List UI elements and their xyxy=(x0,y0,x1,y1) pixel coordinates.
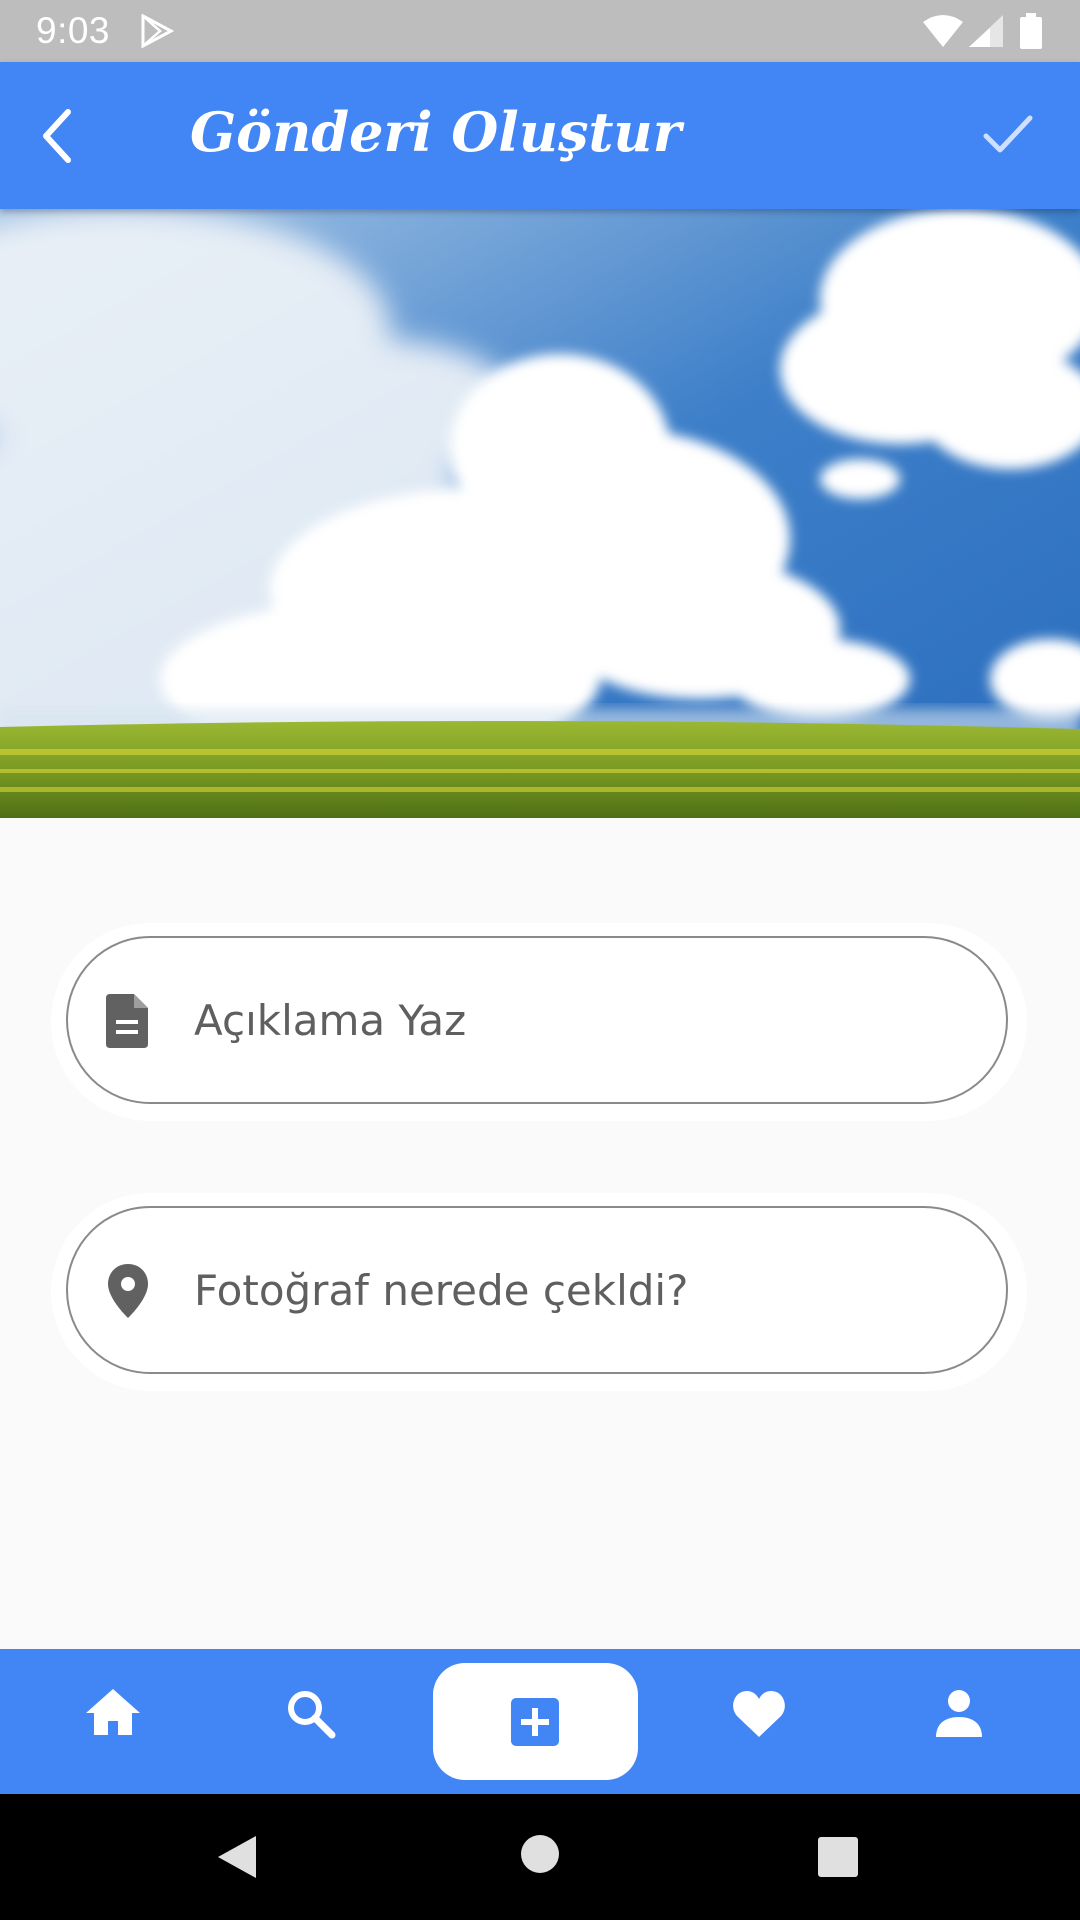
location-placeholder: Fotoğraf nerede çekldi? xyxy=(194,1266,689,1315)
location-field[interactable]: Fotoğraf nerede çekldi? xyxy=(66,1206,1008,1374)
add-post-icon xyxy=(511,1698,559,1746)
back-arrow-icon[interactable] xyxy=(32,106,82,166)
description-field-container: Açıklama Yaz xyxy=(51,923,1027,1121)
status-time: 9:03 xyxy=(36,10,111,51)
sky-landscape-photo xyxy=(0,209,1080,818)
location-pin-icon xyxy=(108,1264,148,1318)
bottom-navigation xyxy=(0,1649,1080,1794)
app-bar: Gönderi Oluştur xyxy=(0,62,1080,209)
back-triangle-icon[interactable] xyxy=(216,1834,258,1880)
heart-icon[interactable] xyxy=(732,1689,786,1739)
document-icon xyxy=(106,994,148,1048)
location-field-container: Fotoğraf nerede çekldi? xyxy=(51,1193,1027,1391)
description-field[interactable]: Açıklama Yaz xyxy=(66,936,1008,1104)
status-bar: 9:03 xyxy=(0,0,1080,62)
post-photo xyxy=(0,209,1080,818)
battery-icon xyxy=(1020,13,1042,49)
profile-icon[interactable] xyxy=(936,1689,982,1737)
add-post-button[interactable] xyxy=(433,1663,638,1780)
description-placeholder: Açıklama Yaz xyxy=(194,996,467,1045)
signal-icon xyxy=(969,15,1003,47)
check-icon[interactable] xyxy=(982,112,1034,156)
search-icon[interactable] xyxy=(286,1689,336,1739)
page-title: Gönderi Oluştur xyxy=(190,100,682,164)
home-icon[interactable] xyxy=(86,1689,140,1737)
system-navigation-bar xyxy=(0,1794,1080,1920)
play-store-icon xyxy=(141,14,174,48)
recents-square-icon[interactable] xyxy=(818,1837,858,1877)
wifi-icon xyxy=(923,15,963,47)
home-circle-icon[interactable] xyxy=(520,1834,560,1874)
